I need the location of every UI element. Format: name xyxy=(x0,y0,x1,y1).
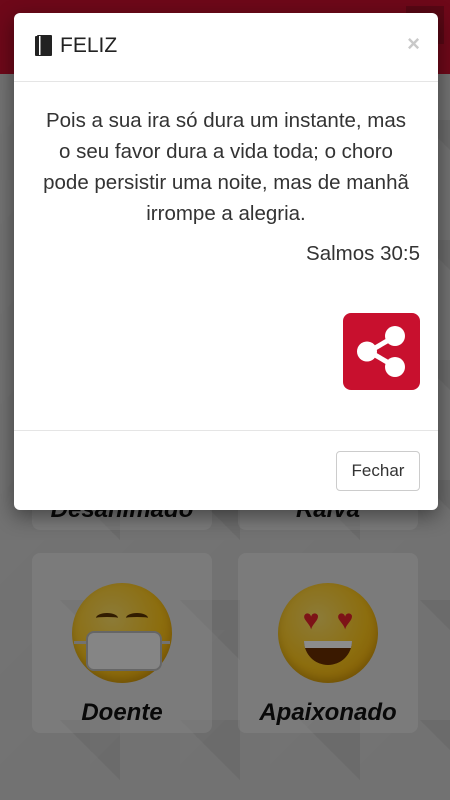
share-icon xyxy=(357,326,405,377)
share-button[interactable] xyxy=(343,313,420,390)
dialog-header: FELIZ × xyxy=(14,13,438,82)
verse-reference: Salmos 30:5 xyxy=(306,242,420,265)
dialog-title: FELIZ xyxy=(60,34,118,57)
dialog-footer: Fechar xyxy=(14,430,438,510)
close-icon[interactable]: × xyxy=(407,31,420,57)
book-icon xyxy=(35,35,52,56)
close-button[interactable]: Fechar xyxy=(336,451,420,491)
verse-text: Pois a sua ira só dura um instante, mas … xyxy=(43,109,409,225)
verse-dialog: FELIZ × Pois a sua ira só dura um instan… xyxy=(14,13,438,510)
